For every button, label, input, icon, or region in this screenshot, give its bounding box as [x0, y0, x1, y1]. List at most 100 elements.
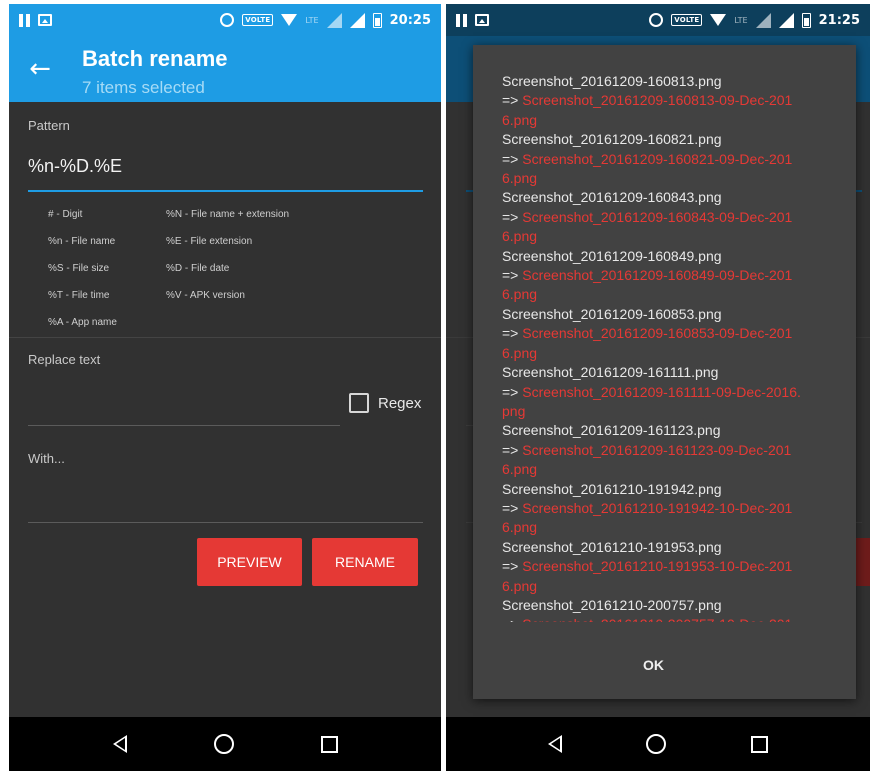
original-filename: Screenshot_20161209-161111.png [502, 364, 719, 381]
pattern-input[interactable]: %n-%D.%E [28, 156, 122, 177]
legend-file-size: %S - File size [48, 263, 110, 274]
rename-preview-item: Screenshot_20161210-191953.png => Screens… [502, 538, 802, 596]
lte-label: LTE [734, 15, 748, 25]
battery-icon [372, 12, 382, 28]
original-filename: Screenshot_20161209-160853.png [502, 305, 722, 322]
new-filename: Screenshot_20161210-200757-10-Dec-2016.p… [502, 616, 792, 622]
replace-text-label: Replace text [28, 352, 101, 367]
original-filename: Screenshot_20161210-200757.png [502, 596, 722, 613]
rename-preview-list[interactable]: Screenshot_20161209-160813.png => Screens… [502, 72, 802, 622]
rename-arrow: => [502, 616, 522, 622]
nav-recents-icon[interactable] [750, 735, 768, 753]
ok-button[interactable]: OK [643, 657, 664, 673]
back-arrow-icon[interactable]: ← [25, 54, 55, 84]
alarm-icon [649, 13, 664, 27]
rename-preview-item: Screenshot_20161209-161123.png => Screens… [502, 421, 802, 479]
rename-preview-item: Screenshot_20161209-160821.png => Screens… [502, 130, 802, 188]
original-filename: Screenshot_20161209-160849.png [502, 247, 722, 264]
nav-recents-icon[interactable] [320, 735, 338, 753]
nav-home-icon[interactable] [213, 734, 234, 754]
volte-badge: VOLTE [242, 14, 274, 26]
rename-preview-item: Screenshot_20161209-160813.png => Screens… [502, 72, 802, 130]
regex-option[interactable]: Regex [349, 393, 421, 413]
batch-rename-screen: VOLTE LTE 20:25 ← Batch rename 7 items s… [9, 4, 441, 771]
original-filename: Screenshot_20161209-160843.png [502, 189, 722, 206]
lte-label: LTE [305, 15, 319, 25]
rename-arrow: => [502, 383, 523, 400]
legend-apk-version: %V - APK version [166, 290, 245, 301]
rename-preview-dialog: Screenshot_20161209-160813.png => Screens… [473, 45, 856, 699]
rename-preview-item: Screenshot_20161209-161111.png => Screens… [502, 363, 802, 421]
new-filename: Screenshot_20161209-160821-09-Dec-2016.p… [502, 150, 793, 187]
wifi-icon [281, 14, 298, 26]
rename-button[interactable]: RENAME [312, 538, 418, 586]
regex-label: Regex [378, 394, 422, 412]
volte-badge: VOLTE [671, 14, 703, 26]
rename-preview-item: Screenshot_20161209-160843.png => Screens… [502, 188, 802, 246]
rename-arrow: => [502, 441, 523, 458]
legend-file-time: %T - File time [48, 290, 110, 301]
section-divider [9, 337, 441, 338]
rename-arrow: => [502, 150, 523, 167]
rename-preview-item: Screenshot_20161210-191942.png => Screens… [502, 480, 802, 538]
new-filename: Screenshot_20161210-191942-10-Dec-2016.p… [502, 499, 793, 536]
original-filename: Screenshot_20161209-160813.png [502, 73, 722, 89]
with-label: With... [28, 451, 65, 466]
navigation-bar [446, 717, 870, 771]
new-filename: Screenshot_20161209-160853-09-Dec-2016.p… [502, 325, 793, 361]
legend-app-name: %A - App name [48, 317, 117, 328]
replace-text-input[interactable] [28, 425, 340, 426]
legend-file-name: %n - File name [48, 236, 116, 247]
image-notification-icon [38, 14, 52, 26]
nav-back-icon[interactable] [548, 735, 563, 753]
legend-digit: # - Digit [48, 209, 83, 220]
rename-preview-item: Screenshot_20161209-160853.png => Screens… [502, 305, 802, 363]
rename-arrow: => [502, 267, 523, 284]
new-filename: Screenshot_20161210-191953-10-Dec-2016.p… [502, 558, 793, 594]
new-filename: Screenshot_20161209-161123-09-Dec-2016.p… [502, 441, 792, 478]
alarm-icon [220, 13, 235, 27]
original-filename: Screenshot_20161209-160821.png [502, 131, 722, 148]
status-clock: 20:25 [389, 12, 431, 28]
nav-home-icon[interactable] [646, 734, 667, 754]
signal-icon [755, 12, 771, 28]
pause-icon [19, 13, 30, 27]
rename-arrow: => [502, 499, 523, 516]
rename-arrow: => [502, 208, 523, 225]
signal-icon [778, 12, 794, 28]
navigation-bar [9, 717, 441, 771]
legend-file-date: %D - File date [166, 263, 230, 274]
legend-file-name-extension: %N - File name + extension [166, 209, 290, 220]
original-filename: Screenshot_20161209-161123.png [502, 422, 721, 439]
new-filename: Screenshot_20161209-160849-09-Dec-2016.p… [502, 267, 793, 303]
battery-icon [801, 12, 811, 28]
new-filename: Screenshot_20161209-160813-09-Dec-2016.p… [502, 92, 793, 128]
nav-back-icon[interactable] [112, 735, 127, 753]
pattern-input-underline [28, 190, 423, 192]
regex-checkbox[interactable] [349, 393, 369, 413]
new-filename: Screenshot_20161209-161111-09-Dec-2016.p… [502, 383, 801, 419]
signal-icon [326, 12, 342, 28]
rename-preview-screen: VOLTE LTE 21:25 Screenshot_20161209-1608… [446, 4, 870, 771]
image-notification-icon [475, 14, 489, 26]
selection-count: 7 items selected [82, 78, 205, 97]
rename-preview-item: Screenshot_20161210-200757.png => Screens… [502, 596, 802, 622]
rename-arrow: => [502, 558, 523, 575]
original-filename: Screenshot_20161210-191953.png [502, 538, 722, 555]
preview-button[interactable]: PREVIEW [197, 538, 302, 586]
rename-arrow: => [502, 325, 523, 342]
pattern-label: Pattern [28, 118, 70, 133]
status-bar: VOLTE LTE 21:25 [446, 4, 870, 36]
app-bar: ← Batch rename 7 items selected [9, 36, 441, 102]
rename-preview-item: Screenshot_20161209-160849.png => Screens… [502, 247, 802, 305]
new-filename: Screenshot_20161209-160843-09-Dec-2016.p… [502, 208, 793, 245]
original-filename: Screenshot_20161210-191942.png [502, 480, 722, 497]
rename-arrow: => [502, 92, 523, 109]
page-title: Batch rename [82, 46, 228, 71]
legend-file-extension: %E - File extension [166, 236, 253, 247]
pause-icon [456, 13, 467, 27]
signal-icon [349, 12, 365, 28]
with-input[interactable] [28, 522, 423, 523]
status-bar: VOLTE LTE 20:25 [9, 4, 441, 36]
wifi-icon [710, 14, 727, 26]
